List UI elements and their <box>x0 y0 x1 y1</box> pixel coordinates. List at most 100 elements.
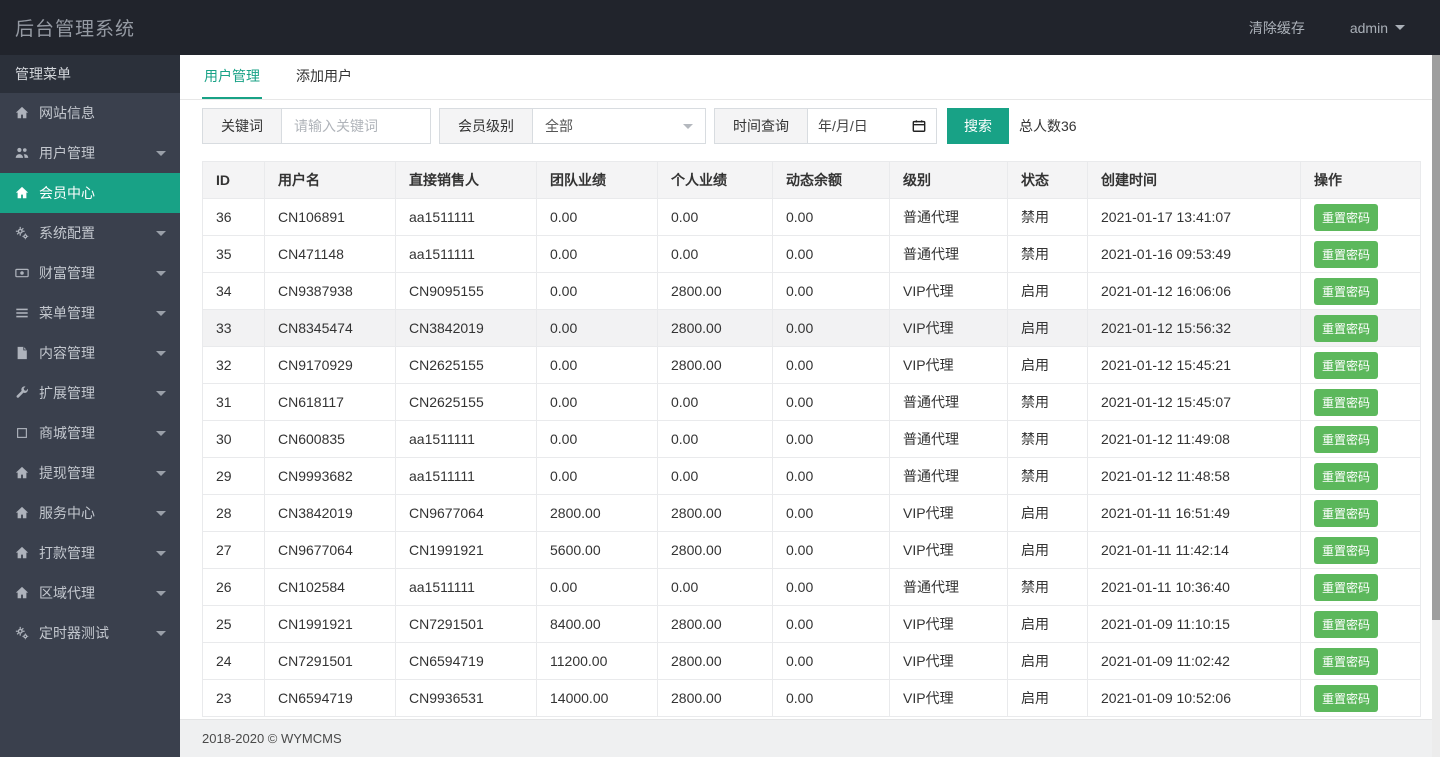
column-header: 创建时间 <box>1087 161 1301 199</box>
cell-created: 2021-01-12 11:48:58 <box>1087 457 1301 495</box>
sidebar-item-mall-mgmt[interactable]: 商城管理 <box>0 413 180 453</box>
caret-down-icon <box>156 630 166 636</box>
keyword-filter-group: 关键词 <box>202 108 431 144</box>
table-row: 34 CN9387938 CN9095155 0.00 2800.00 0.00 VIP代理… <box>202 272 1421 310</box>
cell-id: 23 <box>202 679 265 717</box>
reset-password-button[interactable]: 重置密码 <box>1314 314 1379 342</box>
sidebar-item-label: 打款管理 <box>39 545 95 561</box>
cell-level: 普通代理 <box>889 420 1008 458</box>
caret-down-icon <box>156 350 166 356</box>
cell-username: CN9170929 <box>264 346 396 384</box>
table-row: 28 CN3842019 CN9677064 2800.00 2800.00 0.00 VI… <box>202 494 1421 532</box>
keyword-input[interactable] <box>282 109 430 143</box>
cell-created: 2021-01-16 09:53:49 <box>1087 235 1301 273</box>
table-row: 35 CN471148 aa1511111 0.00 0.00 0.00 普通代理 禁用 202… <box>202 235 1421 273</box>
reset-password-button[interactable]: 重置密码 <box>1314 573 1379 601</box>
cell-personal: 0.00 <box>657 235 773 273</box>
topbar-right: 清除缓存 admin <box>1249 18 1440 38</box>
list-icon <box>15 306 33 320</box>
cell-status: 启用 <box>1007 531 1088 569</box>
tab-add-user[interactable]: 添加用户 <box>294 54 354 99</box>
cell-created: 2021-01-12 16:06:06 <box>1087 272 1301 310</box>
vertical-scrollbar[interactable] <box>1432 55 1440 757</box>
reset-password-button[interactable]: 重置密码 <box>1314 351 1379 379</box>
cell-referrer: CN1991921 <box>395 531 537 569</box>
tab-user-management[interactable]: 用户管理 <box>202 54 262 99</box>
cell-balance: 0.00 <box>772 272 890 310</box>
table-row: 24 CN7291501 CN6594719 11200.00 2800.00 0.00 V… <box>202 642 1421 680</box>
column-header: 级别 <box>889 161 1008 199</box>
reset-password-button[interactable]: 重置密码 <box>1314 536 1379 564</box>
sidebar-item-timer-test[interactable]: 定时器测试 <box>0 613 180 653</box>
cell-level: VIP代理 <box>889 605 1008 643</box>
caret-down-icon <box>156 270 166 276</box>
cell-actions: 重置密码 <box>1300 531 1421 569</box>
cell-id: 35 <box>202 235 265 273</box>
cell-id: 24 <box>202 642 265 680</box>
reset-password-button[interactable]: 重置密码 <box>1314 462 1379 490</box>
scrollbar-thumb[interactable] <box>1432 55 1440 620</box>
sidebar-item-withdraw-mgmt[interactable]: 提现管理 <box>0 453 180 493</box>
cell-id: 27 <box>202 531 265 569</box>
caret-down-icon <box>156 310 166 316</box>
cell-team: 0.00 <box>536 309 658 347</box>
clear-cache-link[interactable]: 清除缓存 <box>1249 18 1305 38</box>
cell-team: 11200.00 <box>536 642 658 680</box>
reset-password-button[interactable]: 重置密码 <box>1314 610 1379 638</box>
caret-down-icon <box>156 430 166 436</box>
sidebar-item-user-mgmt[interactable]: 用户管理 <box>0 133 180 173</box>
caret-down-icon <box>156 230 166 236</box>
cell-username: CN8345474 <box>264 309 396 347</box>
cell-referrer: CN7291501 <box>395 605 537 643</box>
keyword-label: 关键词 <box>203 109 282 143</box>
cell-created: 2021-01-17 13:41:07 <box>1087 198 1301 236</box>
cell-referrer: aa1511111 <box>395 420 537 458</box>
cell-status: 启用 <box>1007 272 1088 310</box>
member-level-select[interactable]: 全部 <box>533 109 705 143</box>
admin-user-menu[interactable]: admin <box>1350 20 1405 36</box>
sidebar-item-content-mgmt[interactable]: 内容管理 <box>0 333 180 373</box>
cell-status: 启用 <box>1007 605 1088 643</box>
reset-password-button[interactable]: 重置密码 <box>1314 240 1379 268</box>
reset-password-button[interactable]: 重置密码 <box>1314 203 1379 231</box>
cell-level: 普通代理 <box>889 198 1008 236</box>
cell-created: 2021-01-12 11:49:08 <box>1087 420 1301 458</box>
member-level-filter-group: 会员级别 全部 <box>439 108 706 144</box>
cell-id: 34 <box>202 272 265 310</box>
cell-status: 启用 <box>1007 679 1088 717</box>
sidebar-item-label: 商城管理 <box>39 425 95 441</box>
date-input[interactable]: 年/月/日 <box>808 109 936 143</box>
cell-actions: 重置密码 <box>1300 679 1421 717</box>
search-button[interactable]: 搜索 <box>947 108 1009 144</box>
reset-password-button[interactable]: 重置密码 <box>1314 277 1379 305</box>
cell-created: 2021-01-11 16:51:49 <box>1087 494 1301 532</box>
reset-password-button[interactable]: 重置密码 <box>1314 388 1379 416</box>
sidebar-item-service-center[interactable]: 服务中心 <box>0 493 180 533</box>
sidebar-item-extension-mgmt[interactable]: 扩展管理 <box>0 373 180 413</box>
sidebar-item-wealth-mgmt[interactable]: 财富管理 <box>0 253 180 293</box>
cell-username: CN471148 <box>264 235 396 273</box>
cell-team: 0.00 <box>536 383 658 421</box>
sidebar-item-menu-mgmt[interactable]: 菜单管理 <box>0 293 180 333</box>
reset-password-button[interactable]: 重置密码 <box>1314 647 1379 675</box>
sidebar-item-payment-mgmt[interactable]: 打款管理 <box>0 533 180 573</box>
cell-balance: 0.00 <box>772 198 890 236</box>
sidebar-item-system-config[interactable]: 系统配置 <box>0 213 180 253</box>
cell-created: 2021-01-09 11:10:15 <box>1087 605 1301 643</box>
cell-level: VIP代理 <box>889 531 1008 569</box>
sidebar-item-site-info[interactable]: 网站信息 <box>0 93 180 133</box>
sidebar-item-member-center[interactable]: 会员中心 <box>0 173 180 213</box>
cell-level: VIP代理 <box>889 679 1008 717</box>
cell-actions: 重置密码 <box>1300 642 1421 680</box>
cell-username: CN618117 <box>264 383 396 421</box>
reset-password-button[interactable]: 重置密码 <box>1314 684 1379 712</box>
cell-personal: 0.00 <box>657 383 773 421</box>
table-header-row: ID 用户名 直接销售人 团队业绩 个人业绩 动态余额 级别 状态 创建时间 操作 <box>202 161 1421 199</box>
cell-username: CN7291501 <box>264 642 396 680</box>
cell-personal: 2800.00 <box>657 642 773 680</box>
cell-team: 0.00 <box>536 346 658 384</box>
sidebar-item-region-agent[interactable]: 区域代理 <box>0 573 180 613</box>
reset-password-button[interactable]: 重置密码 <box>1314 499 1379 527</box>
home-icon <box>15 586 33 600</box>
reset-password-button[interactable]: 重置密码 <box>1314 425 1379 453</box>
